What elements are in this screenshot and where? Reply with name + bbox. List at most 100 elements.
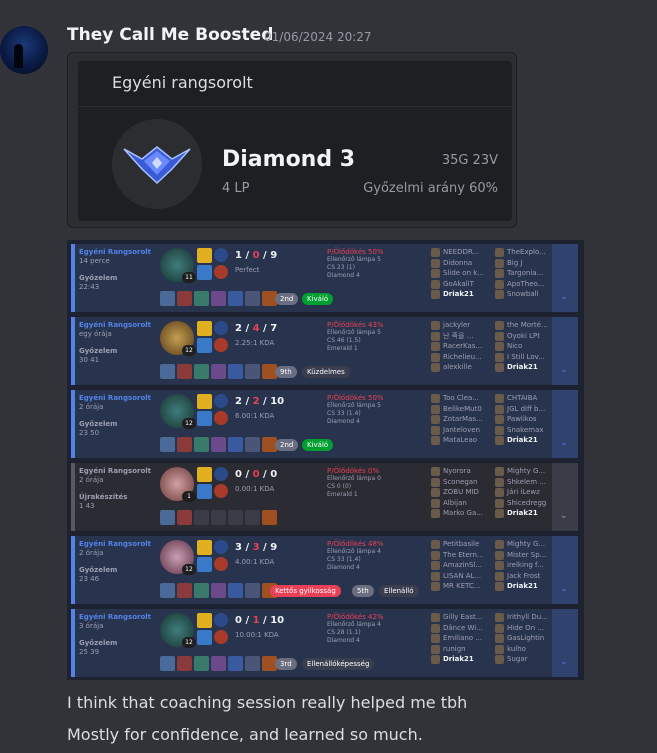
player-name[interactable]: Oyoki LPt	[495, 331, 557, 342]
player-name[interactable]: Driak21	[431, 654, 493, 665]
player-name[interactable]: Petitbasile	[431, 539, 493, 550]
player-name[interactable]: Snowball	[495, 289, 557, 300]
time-ago: 2 órája	[79, 549, 104, 557]
queue-type: Egyéni Rangsorolt	[79, 540, 152, 548]
summoner-spell-icon	[197, 411, 212, 426]
player-name[interactable]: Big J	[495, 258, 557, 269]
kills: 0	[235, 469, 242, 480]
player-name[interactable]: jackyler	[431, 320, 493, 331]
expand-button[interactable]: ⌄	[552, 317, 578, 385]
match-history-image[interactable]: Egyéni Rangsorolt 14 perce Győzelem 22:43 11…	[67, 240, 584, 680]
player-name[interactable]: Mighty G...	[495, 466, 557, 477]
expand-button[interactable]: ⌄	[552, 390, 578, 458]
player-name[interactable]: Driak21	[495, 435, 557, 446]
player-name[interactable]: Marko Ga...	[431, 508, 493, 519]
player-name[interactable]: Shicedregg	[495, 498, 557, 509]
player-name[interactable]: ZOBU MID	[431, 487, 493, 498]
player-name[interactable]: Pawlikos	[495, 414, 557, 425]
match-row[interactable]: Egyéni Rangsorolt 2 órája Győzelem 23 50 12 2…	[71, 390, 578, 458]
player-name[interactable]: 난 죽을 ...	[431, 331, 493, 342]
kda-score: 0 / 0 / 0	[235, 469, 278, 480]
player-name[interactable]: Too Clea...	[431, 393, 493, 404]
expand-button[interactable]: ⌄	[552, 244, 578, 312]
match-duration: 23 50	[79, 429, 100, 437]
player-name[interactable]: Nyorora	[431, 466, 493, 477]
player-name[interactable]: Sconegan	[431, 477, 493, 488]
match-row[interactable]: Egyéni Rangsorolt 3 órája Győzelem 25 39 12 0…	[71, 609, 578, 677]
player-name[interactable]: ZotarMas...	[431, 414, 493, 425]
summoner-spell-icon	[197, 630, 212, 645]
player-name[interactable]: Nico	[495, 341, 557, 352]
item-icon	[245, 510, 260, 525]
player-name[interactable]: AmazinSl...	[431, 560, 493, 571]
player-name[interactable]: ApoTheo...	[495, 279, 557, 290]
player-name[interactable]: MR KETC...	[431, 581, 493, 592]
user-avatar[interactable]	[0, 26, 48, 74]
match-row[interactable]: Egyéni Rangsorolt 2 órája Győzelem 23 46 12 3…	[71, 536, 578, 604]
player-name[interactable]: Janteloven	[431, 425, 493, 436]
player-name[interactable]: GasLightin	[495, 633, 557, 644]
author-name[interactable]: They Call Me Boosted	[67, 25, 273, 45]
player-name[interactable]: Targonia...	[495, 268, 557, 279]
match-info: Egyéni Rangsorolt 2 órája Győzelem 23 46	[79, 540, 161, 584]
item-icon	[245, 656, 260, 671]
player-name[interactable]: I Still Lov...	[495, 352, 557, 363]
player-name[interactable]: Snakemax	[495, 425, 557, 436]
player-name[interactable]: Jack Frost	[495, 571, 557, 582]
player-name[interactable]: Irithyll Du...	[495, 612, 557, 623]
match-row[interactable]: Egyéni Rangsorolt 14 perce Győzelem 22:43 11…	[71, 244, 578, 312]
match-row[interactable]: Egyéni Rangsorolt 2 órája Újrakészítés 1 43…	[71, 463, 578, 531]
player-name[interactable]: kulho	[495, 644, 557, 655]
player-name[interactable]: Gilly East...	[431, 612, 493, 623]
player-name[interactable]: CHTAIBA	[495, 393, 557, 404]
rune-icon	[214, 338, 228, 352]
player-name[interactable]: RacerKas...	[431, 341, 493, 352]
performance-badge: Ellenálló	[379, 585, 419, 597]
player-name[interactable]: the Morté...	[495, 320, 557, 331]
average-rank: Diamond 4	[327, 418, 360, 425]
chevron-down-icon: ⌄	[560, 584, 568, 594]
item-icon	[177, 364, 192, 379]
player-name[interactable]: Slide on k...	[431, 268, 493, 279]
player-name[interactable]: LISAN AL...	[431, 571, 493, 582]
diamond-emblem-icon	[123, 146, 191, 185]
match-row[interactable]: Egyéni Rangsorolt egy órája Győzelem 30 41 1…	[71, 317, 578, 385]
item-icon	[160, 656, 175, 671]
player-name[interactable]: Mister Sp...	[495, 550, 557, 561]
player-name[interactable]: TheExplo...	[495, 247, 557, 258]
player-name[interactable]: Didonna	[431, 258, 493, 269]
player-name[interactable]: Hide On ...	[495, 623, 557, 634]
player-name[interactable]: Driak21	[495, 508, 557, 519]
player-name[interactable]: irelking f...	[495, 560, 557, 571]
item-icon	[160, 583, 175, 598]
player-name[interactable]: Albijan	[431, 498, 493, 509]
player-name[interactable]: JGL diff b...	[495, 404, 557, 415]
player-name[interactable]: The Etern...	[431, 550, 493, 561]
kills: 2	[235, 323, 242, 334]
player-name[interactable]: GoAkaliT	[431, 279, 493, 290]
player-name[interactable]: Shkelem ...	[495, 477, 557, 488]
item-icon	[211, 656, 226, 671]
expand-button[interactable]: ⌄	[552, 609, 578, 677]
expand-button[interactable]: ⌄	[552, 536, 578, 604]
creep-score: CS 0 (0)	[327, 483, 352, 490]
kill-participation: P/Ölődökés 42%	[327, 613, 384, 621]
player-name[interactable]: runign	[431, 644, 493, 655]
player-name[interactable]: Jári iLewz	[495, 487, 557, 498]
message-timestamp: 01/06/2024 20:27	[264, 30, 372, 44]
player-name[interactable]: NEEDDR...	[431, 247, 493, 258]
player-name[interactable]: Driak21	[495, 581, 557, 592]
player-name[interactable]: Richelieu...	[431, 352, 493, 363]
item-icon	[228, 364, 243, 379]
player-name[interactable]: BelikeMut0	[431, 404, 493, 415]
player-name[interactable]: Mighty G...	[495, 539, 557, 550]
expand-button[interactable]: ⌄	[552, 463, 578, 531]
player-name[interactable]: Driak21	[431, 289, 493, 300]
player-name[interactable]: alexkille	[431, 362, 493, 373]
player-name[interactable]: MataLeao	[431, 435, 493, 446]
player-name[interactable]: Emiliano ...	[431, 633, 493, 644]
player-name[interactable]: Driak21	[495, 362, 557, 373]
player-name[interactable]: Dânce Wi...	[431, 623, 493, 634]
player-name[interactable]: Sugar	[495, 654, 557, 665]
match-info: Egyéni Rangsorolt 3 órája Győzelem 25 39	[79, 613, 161, 657]
